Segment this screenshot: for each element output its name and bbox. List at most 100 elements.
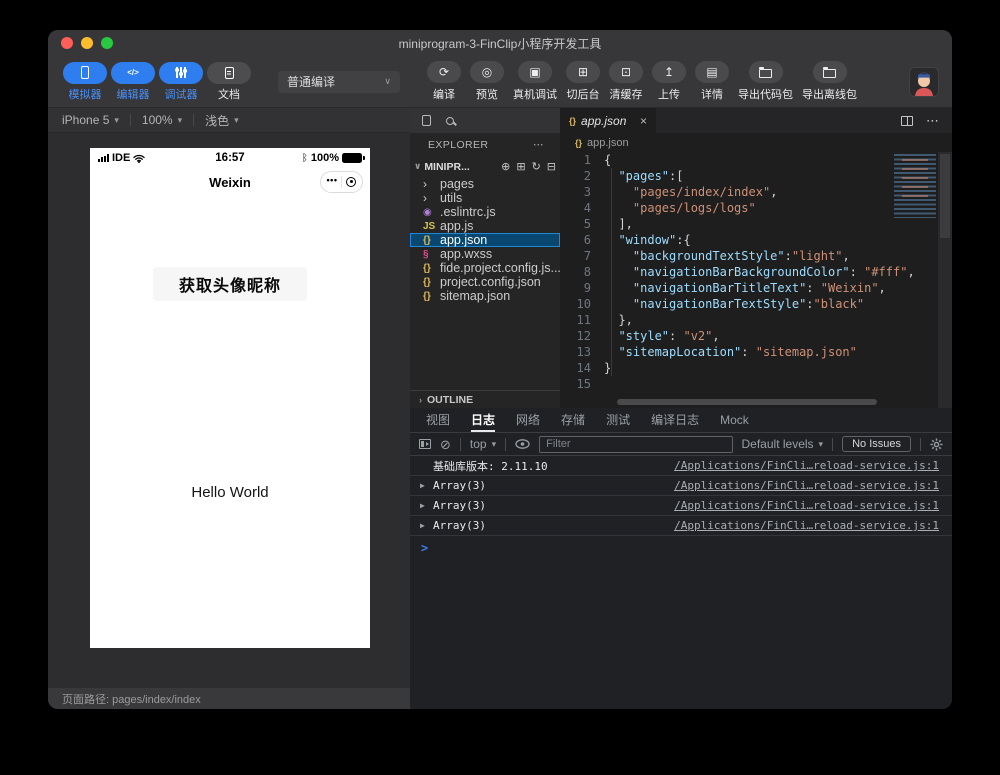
avatar-image	[910, 68, 938, 96]
new-file-icon[interactable]: ⊕	[501, 160, 510, 173]
file-item-pages[interactable]: ›pages	[410, 177, 560, 191]
code-content[interactable]: { "pages":[ "pages/index/index", "pages/…	[604, 152, 915, 408]
outline-section[interactable]: › OUTLINE	[410, 390, 560, 408]
file-item-eslintrc-js[interactable]: ◉.eslintrc.js	[410, 205, 560, 219]
simulator-panel: iPhone 5 ▾ 100% ▾ 浅色 ▾	[48, 108, 410, 709]
editor-more-icon[interactable]: ⋯	[926, 113, 940, 129]
file-label: app.json	[440, 233, 487, 247]
toolbar-actions: ⟳编译 ◎预览 ▣真机调试 ⊞切后台 ⊡ 清缓存 ↥上传 ▤详情导出代码包导出离线包	[427, 61, 857, 102]
file-item-app-wxss[interactable]: §app.wxss	[410, 247, 560, 261]
explorer-more-icon[interactable]: ⋯	[533, 139, 544, 151]
preview-icon: ◎	[482, 65, 492, 79]
explorer-panel: EXPLORER ⋯ ∨ MINIPR... ⊕ ⊞ ↻ ⊟ ›pages›u	[410, 133, 560, 408]
simulator-button[interactable]: 模拟器	[61, 62, 109, 102]
close-miniprogram-button[interactable]	[346, 177, 356, 187]
console-prompt[interactable]: >	[410, 536, 952, 555]
file-item-project-config-json[interactable]: {}project.config.json	[410, 275, 560, 289]
editor-vertical-scrollbar[interactable]	[938, 152, 952, 408]
zoom-window-button[interactable]	[101, 37, 113, 49]
log-source-link[interactable]: /Applications/FinCli…reload-service.js:1	[674, 519, 939, 532]
docs-label: 文档	[218, 86, 240, 102]
debugger-label: 调试器	[165, 86, 198, 102]
files-icon[interactable]	[422, 115, 431, 126]
page-path-statusbar: 页面路径: pages/index/index	[48, 688, 410, 709]
log-levels-dropdown[interactable]: Default levels ▾	[742, 437, 824, 451]
split-editor-icon[interactable]	[901, 116, 913, 126]
log-source-link[interactable]: /Applications/FinCli…reload-service.js:1	[674, 459, 939, 472]
minimize-window-button[interactable]	[81, 37, 93, 49]
console-tab-网络[interactable]: 网络	[516, 408, 540, 432]
editor-button[interactable]: </> 编辑器	[109, 62, 157, 102]
log-source-link[interactable]: /Applications/FinCli…reload-service.js:1	[674, 499, 939, 512]
export-offline-package-button[interactable]: 导出离线包	[802, 61, 857, 102]
eye-icon[interactable]	[515, 439, 530, 449]
close-window-button[interactable]	[61, 37, 73, 49]
log-source-link[interactable]: /Applications/FinCli…reload-service.js:1	[674, 479, 939, 492]
search-icon[interactable]	[446, 117, 454, 125]
docs-button[interactable]: 文档	[205, 62, 253, 102]
miniprogram-page: 获取头像昵称 Hello World	[90, 196, 370, 648]
file-item-app-js[interactable]: JSapp.js	[410, 219, 560, 233]
project-root[interactable]: ∨ MINIPR... ⊕ ⊞ ↻ ⊟	[410, 156, 560, 177]
no-issues-button[interactable]: No Issues	[842, 436, 911, 452]
refresh-explorer-icon[interactable]: ↻	[532, 160, 541, 173]
expand-triangle-icon[interactable]: ▶	[420, 521, 433, 530]
get-avatar-nickname-button[interactable]: 获取头像昵称	[153, 267, 307, 301]
theme-dropdown[interactable]: 浅色 ▾	[205, 112, 239, 129]
zoom-dropdown[interactable]: 100% ▾	[142, 113, 182, 127]
preview-button[interactable]: ◎预览	[470, 61, 504, 102]
close-tab-icon[interactable]: ×	[640, 114, 647, 128]
debug-console: 视图日志网络存储测试编译日志 Mock ⊘ top ▾	[410, 408, 952, 709]
console-log-area: 基础库版本: 2.11.10/Applications/FinCli…reloa…	[410, 456, 952, 709]
device-dropdown[interactable]: iPhone 5 ▾	[62, 113, 119, 127]
simulator-label: 模拟器	[69, 86, 102, 102]
file-item-fide-project-config-js[interactable]: {}fide.project.config.js...	[410, 261, 560, 275]
clear-cache-label: 清缓存	[610, 86, 643, 102]
clear-cache-icon: ⊡	[621, 65, 631, 79]
console-tabbar: 视图日志网络存储测试编译日志 Mock	[410, 408, 952, 433]
editor-horizontal-scrollbar[interactable]	[617, 399, 877, 405]
more-menu-button[interactable]: •••	[327, 176, 338, 185]
console-sidebar-icon[interactable]	[419, 439, 431, 449]
chevron-down-icon: ▾	[819, 439, 824, 450]
code-line: "backgroundTextStyle":"light",	[604, 248, 915, 264]
file-item-sitemap-json[interactable]: {}sitemap.json	[410, 289, 560, 303]
code-line: "sitemapLocation": "sitemap.json"	[604, 344, 915, 360]
clear-cache-button[interactable]: ⊡ 清缓存	[609, 61, 643, 102]
debugger-button[interactable]: 调试器	[157, 62, 205, 102]
details-button[interactable]: ▤详情	[695, 61, 729, 102]
device-value: iPhone 5	[62, 113, 109, 127]
console-tab-测试[interactable]: 测试	[606, 408, 630, 432]
details-label: 详情	[701, 86, 723, 102]
console-filter-input[interactable]	[539, 436, 732, 453]
tab-app-json[interactable]: {} app.json ×	[560, 108, 657, 133]
export-code-package-label: 导出代码包	[738, 86, 793, 102]
console-tab-视图[interactable]: 视图	[426, 408, 450, 432]
device-debug-button[interactable]: ▣真机调试	[513, 61, 557, 102]
user-avatar[interactable]	[909, 67, 939, 97]
json-icon: {}	[423, 277, 440, 288]
switch-background-button[interactable]: ⊞切后台	[566, 61, 600, 102]
folder-icon	[823, 69, 836, 78]
export-code-package-button[interactable]: 导出代码包	[738, 61, 793, 102]
expand-triangle-icon[interactable]: ▶	[420, 481, 433, 490]
settings-gear-icon[interactable]	[930, 438, 943, 451]
file-item-app-json[interactable]: {}app.json	[410, 233, 560, 247]
console-tab-mock[interactable]: Mock	[720, 408, 749, 432]
console-tab-存储[interactable]: 存储	[561, 408, 585, 432]
compile-mode-dropdown[interactable]: 普通编译 ∨	[278, 71, 400, 93]
collapse-folders-icon[interactable]: ⊟	[547, 160, 556, 173]
clear-console-icon[interactable]: ⊘	[440, 438, 451, 451]
new-folder-icon[interactable]: ⊞	[516, 160, 525, 173]
minimap[interactable]	[894, 154, 936, 218]
upload-button[interactable]: ↥上传	[652, 61, 686, 102]
console-tab-编译日志[interactable]: 编译日志	[651, 408, 699, 432]
file-item-utils[interactable]: ›utils	[410, 191, 560, 205]
code-editor[interactable]: {} app.json 123456789101112131415 { "pag…	[560, 133, 952, 408]
carrier-label: IDE	[112, 152, 130, 164]
export-offline-package-label: 导出离线包	[802, 86, 857, 102]
expand-triangle-icon[interactable]: ▶	[420, 501, 433, 510]
compile-button[interactable]: ⟳编译	[427, 61, 461, 102]
console-tab-日志[interactable]: 日志	[471, 408, 495, 432]
context-dropdown[interactable]: top ▾	[470, 437, 496, 451]
